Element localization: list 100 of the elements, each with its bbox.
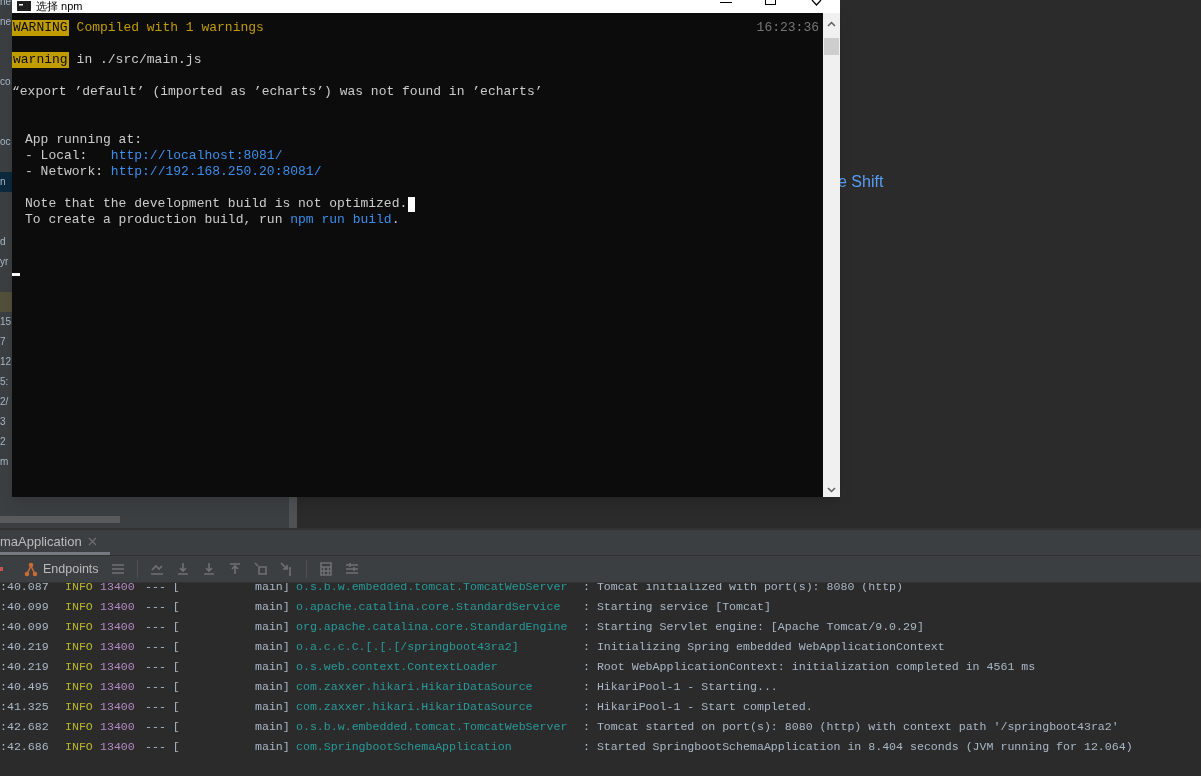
log-separator: --- [ bbox=[145, 719, 181, 735]
project-tree-item[interactable]: 7 bbox=[0, 332, 12, 352]
project-tree-item[interactable]: m bbox=[0, 452, 12, 472]
log-logger: com.zaxxer.hikari.HikariDataSource bbox=[296, 699, 534, 715]
log-pid: 13400 bbox=[100, 639, 136, 655]
log-thread: main] bbox=[255, 659, 291, 675]
download-icon[interactable] bbox=[175, 562, 190, 576]
scrollbar[interactable] bbox=[289, 497, 297, 528]
log-pid: 13400 bbox=[100, 679, 136, 695]
project-tree-item[interactable]: 2 bbox=[0, 432, 12, 452]
download-icon[interactable] bbox=[201, 562, 216, 576]
log-thread: main] bbox=[255, 699, 291, 715]
log-time: :40.219 bbox=[0, 639, 50, 655]
log-separator: --- [ bbox=[145, 659, 181, 675]
console-icon[interactable] bbox=[0, 564, 4, 574]
scroll-thumb[interactable] bbox=[824, 38, 839, 55]
console-link[interactable]: http://192.168.250.20:8081/ bbox=[110, 164, 322, 180]
log-logger: com.SpringbootSchemaApplication bbox=[296, 739, 513, 755]
project-tree-item[interactable]: ne bbox=[0, 0, 12, 12]
prompt-cursor bbox=[12, 273, 20, 276]
log-level: INFO bbox=[65, 739, 94, 755]
restore-icon[interactable] bbox=[253, 562, 268, 576]
log-message: : Root WebApplicationContext: initialization completed in 4561 ms bbox=[583, 659, 1036, 675]
console-link[interactable]: npm run build bbox=[290, 212, 392, 228]
log-separator: --- [ bbox=[145, 679, 181, 695]
log-level: INFO bbox=[65, 639, 94, 655]
log-separator: --- [ bbox=[145, 639, 181, 655]
log-thread: main] bbox=[255, 599, 291, 615]
scroll-up-icon[interactable] bbox=[827, 21, 836, 27]
close-icon[interactable] bbox=[811, 0, 822, 7]
log-pid: 13400 bbox=[100, 619, 136, 635]
log-level: INFO bbox=[65, 619, 94, 635]
console-text: - Local: bbox=[25, 148, 89, 164]
project-tree-item[interactable]: 5: bbox=[0, 372, 12, 392]
warning-badge: WARNING bbox=[12, 20, 69, 36]
upload-icon[interactable] bbox=[227, 562, 242, 576]
log-level: INFO bbox=[65, 659, 94, 675]
log-time: :40.495 bbox=[0, 679, 50, 695]
project-tree-item[interactable]: 12 bbox=[0, 352, 12, 372]
log-level: INFO bbox=[65, 599, 94, 615]
log-logger: o.s.b.w.embedded.tomcat.TomcatWebServer bbox=[296, 719, 569, 735]
log-message: : Starting Servlet engine: [Apache Tomcat/9.0.29] bbox=[583, 619, 924, 635]
log-logger: o.apache.catalina.core.StandardService bbox=[296, 599, 562, 615]
endpoints-icon bbox=[24, 561, 38, 577]
project-tree-item[interactable]: co bbox=[0, 72, 12, 92]
log-message: : HikariPool-1 - Start completed. bbox=[583, 699, 813, 715]
log-separator: --- [ bbox=[145, 599, 181, 615]
log-time: :41.325 bbox=[0, 699, 50, 715]
project-tree-item[interactable]: d bbox=[0, 232, 12, 252]
minimize-icon[interactable] bbox=[720, 2, 732, 4]
log-level: INFO bbox=[65, 583, 94, 595]
menu-icon[interactable] bbox=[110, 562, 125, 576]
log-time: :42.686 bbox=[0, 739, 50, 755]
project-tree-item[interactable]: oc bbox=[0, 132, 12, 152]
log-logger: org.apache.catalina.core.StandardEngine bbox=[296, 619, 569, 635]
log-level: INFO bbox=[65, 699, 94, 715]
calculator-icon[interactable] bbox=[318, 562, 333, 576]
log-logger: com.zaxxer.hikari.HikariDataSource bbox=[296, 679, 534, 695]
log-thread: main] bbox=[255, 719, 291, 735]
log-time: :40.219 bbox=[0, 659, 50, 675]
log-level: INFO bbox=[65, 719, 94, 735]
console-text: . bbox=[391, 212, 400, 228]
console-link[interactable]: http://localhost:8081/ bbox=[110, 148, 283, 164]
console-text: Note that the development build is not optimized. bbox=[25, 196, 408, 212]
warning-text: Compiled with 1 warnings bbox=[76, 20, 264, 36]
console-text: in ./src/main.js bbox=[76, 52, 202, 68]
project-tree-item[interactable]: 3 bbox=[0, 412, 12, 432]
log-logger: o.s.web.context.ContextLoader bbox=[296, 659, 499, 675]
timestamp: 16:23:36 bbox=[756, 20, 819, 36]
log-time: :40.087 bbox=[0, 583, 50, 595]
log-message: : Started SpringbootSchemaApplication in 8.404 seconds (JVM running for 12.064) bbox=[583, 739, 1133, 755]
log-message: : HikariPool-1 - Starting... bbox=[583, 679, 778, 695]
log-thread: main] bbox=[255, 619, 291, 635]
project-tree-item[interactable]: yr bbox=[0, 252, 12, 272]
console-text: “export ’default’ (imported as ’echarts’) was not found in ’echarts’ bbox=[12, 84, 543, 100]
log-pid: 13400 bbox=[100, 583, 136, 595]
scrollbar[interactable] bbox=[823, 13, 840, 497]
log-thread: main] bbox=[255, 639, 291, 655]
project-tree-item[interactable]: 15 bbox=[0, 312, 12, 332]
cursor-icon[interactable] bbox=[279, 562, 294, 576]
wrap-icon[interactable] bbox=[149, 562, 164, 576]
log-level: INFO bbox=[65, 679, 94, 695]
log-time: :40.099 bbox=[0, 599, 50, 615]
warning-badge: warning bbox=[12, 52, 69, 68]
scrollbar[interactable] bbox=[0, 516, 120, 523]
log-separator: --- [ bbox=[145, 699, 181, 715]
scroll-down-icon[interactable] bbox=[827, 487, 836, 493]
log-separator: --- [ bbox=[145, 739, 181, 755]
console-text: App running at: bbox=[25, 132, 143, 148]
log-thread: main] bbox=[255, 679, 291, 695]
log-message: : Starting service [Tomcat] bbox=[583, 599, 771, 615]
log-logger: o.a.c.c.C.[.[.[/springboot43ra2] bbox=[296, 639, 520, 655]
project-tree-item[interactable]: n bbox=[0, 172, 12, 192]
project-tree-item[interactable]: ne bbox=[0, 12, 12, 32]
log-time: :40.099 bbox=[0, 619, 50, 635]
endpoints-tab[interactable]: Endpoints bbox=[24, 559, 99, 579]
log-pid: 13400 bbox=[100, 659, 136, 675]
project-tree-item[interactable]: 2/ bbox=[0, 392, 12, 412]
log-thread: main] bbox=[255, 739, 291, 755]
filter-icon[interactable] bbox=[344, 562, 359, 576]
